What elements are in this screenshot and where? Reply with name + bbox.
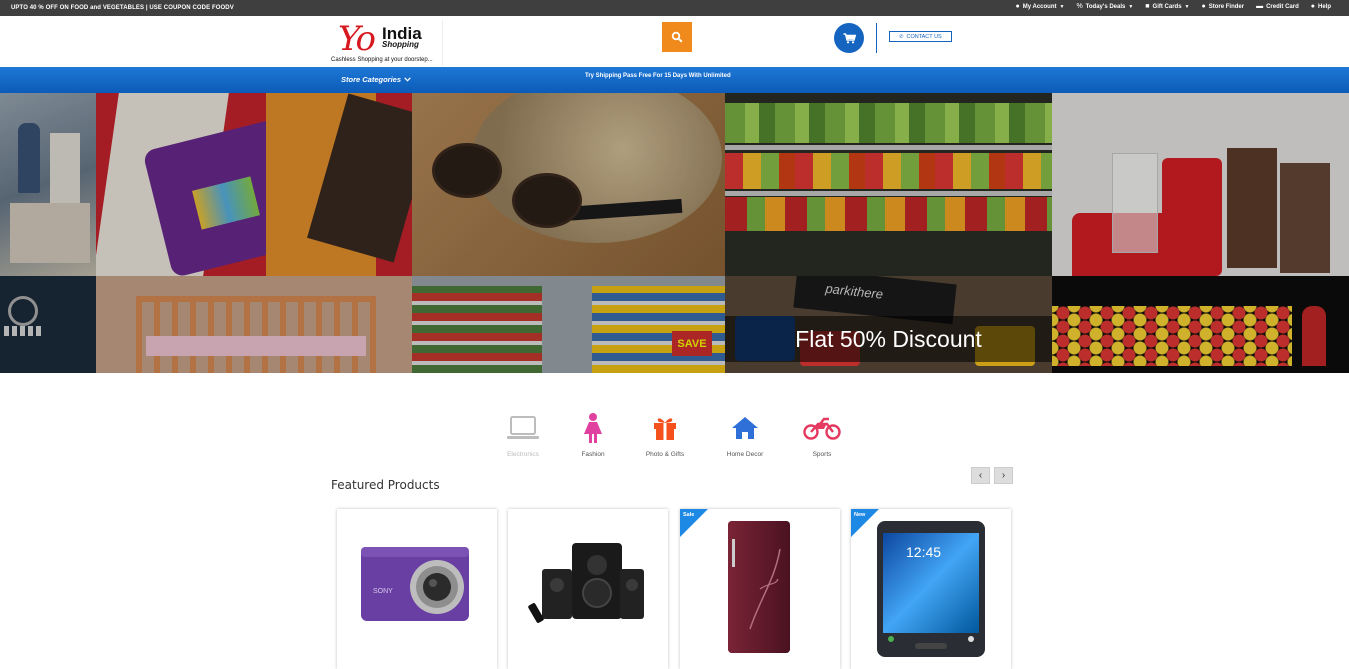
user-icon: ● xyxy=(1015,3,1020,10)
site-logo[interactable]: Yo India Shopping Cashless Shopping at y… xyxy=(330,20,443,66)
gift-cards-link[interactable]: ■ Gift Cards ▼ xyxy=(1145,3,1189,10)
store-categories-dropdown[interactable]: Store Categories xyxy=(341,75,411,84)
site-header: Yo India Shopping Cashless Shopping at y… xyxy=(0,16,1349,67)
hero-image-shop xyxy=(0,93,96,276)
motorbike-icon xyxy=(803,417,841,440)
sale-badge-label: Sale xyxy=(683,512,695,518)
help-icon: ● xyxy=(1310,3,1315,10)
search-button[interactable] xyxy=(662,22,692,52)
logo-shopping: Shopping xyxy=(382,40,419,49)
cart-icon xyxy=(843,32,856,43)
chevron-down-icon xyxy=(404,77,411,82)
hero-image-jewelry xyxy=(0,276,96,373)
new-badge-label: New xyxy=(854,512,866,518)
hero-image-supermarket: SAVE xyxy=(412,276,725,373)
hero-discount-banner[interactable]: Flat 50% Discount xyxy=(725,316,1052,362)
caret-down-icon: ▼ xyxy=(1184,3,1190,10)
carousel-next-button[interactable]: › xyxy=(994,467,1013,484)
product-image-speakers xyxy=(528,543,644,623)
phone-icon: ✆ xyxy=(899,33,904,40)
svg-text:12:45: 12:45 xyxy=(906,544,941,560)
category-icons-row: Electronics Fashion Photo & Gifts Home D… xyxy=(0,413,1349,463)
hero-image-bags xyxy=(96,93,412,276)
map-pin-icon: ● xyxy=(1201,3,1206,10)
product-card-refrigerator[interactable]: Sale xyxy=(680,509,840,669)
caret-down-icon: ▼ xyxy=(1128,3,1134,10)
hero-image-cola xyxy=(1052,93,1349,276)
hero-image-hat xyxy=(412,93,725,276)
woman-icon xyxy=(584,413,602,443)
logo-yo: Yo xyxy=(338,19,376,59)
category-home-decor[interactable]: Home Decor xyxy=(710,413,780,458)
main-nav-bar: Store Categories Try Shipping Pass Free … xyxy=(0,67,1349,93)
gift-icon: ■ xyxy=(1145,3,1150,10)
gift-icon xyxy=(654,418,676,440)
hero-image-crib xyxy=(96,276,412,373)
product-card-camera[interactable]: SONY xyxy=(337,509,497,669)
credit-card-icon: ▬ xyxy=(1256,3,1264,10)
help-link[interactable]: ● Help xyxy=(1311,3,1331,10)
product-image-camera: SONY xyxy=(361,547,469,621)
search-icon xyxy=(671,31,683,43)
header-divider xyxy=(876,23,877,53)
store-finder-link[interactable]: ● Store Finder xyxy=(1202,3,1245,10)
carousel-prev-button[interactable]: ‹ xyxy=(971,467,990,484)
category-electronics[interactable]: Electronics xyxy=(488,413,558,458)
hero-image-cosmetics xyxy=(1052,276,1349,373)
svg-text:SONY: SONY xyxy=(373,588,393,595)
logo-tagline: Cashless Shopping at your doorstep... xyxy=(331,57,433,63)
caret-down-icon: ▼ xyxy=(1059,3,1065,10)
todays-deals-link[interactable]: % Today's Deals ▼ xyxy=(1076,3,1133,10)
credit-card-link[interactable]: ▬ Credit Card xyxy=(1256,3,1299,10)
my-account-link[interactable]: ● My Account ▼ xyxy=(1015,3,1064,10)
cart-button[interactable] xyxy=(834,23,864,53)
top-promo-bar: UPTO 40 % OFF ON FOOD and VEGETABLES | U… xyxy=(0,0,1349,16)
hero-image-vegetables xyxy=(725,93,1052,276)
category-photo-gifts[interactable]: Photo & Gifts xyxy=(630,413,700,458)
promo-text: UPTO 40 % OFF ON FOOD and VEGETABLES | U… xyxy=(11,5,234,11)
home-icon xyxy=(732,417,758,439)
shipping-pass-text: Try Shipping Pass Free For 15 Days With … xyxy=(585,73,731,79)
product-card-tablet[interactable]: New 12:45 xyxy=(851,509,1011,669)
category-sports[interactable]: Sports xyxy=(787,413,857,458)
laptop-icon xyxy=(507,416,539,439)
percent-icon: % xyxy=(1076,3,1083,10)
contact-us-button[interactable]: ✆ CONTACT US xyxy=(889,31,952,42)
account-links: ● My Account ▼ % Today's Deals ▼ ■ Gift … xyxy=(1015,3,1331,10)
category-fashion[interactable]: Fashion xyxy=(558,413,628,458)
featured-products-title: Featured Products xyxy=(331,478,440,492)
product-card-speakers[interactable] xyxy=(508,509,668,669)
hero-banner[interactable]: SAVE parkithere Flat 50% Discount xyxy=(0,93,1349,373)
